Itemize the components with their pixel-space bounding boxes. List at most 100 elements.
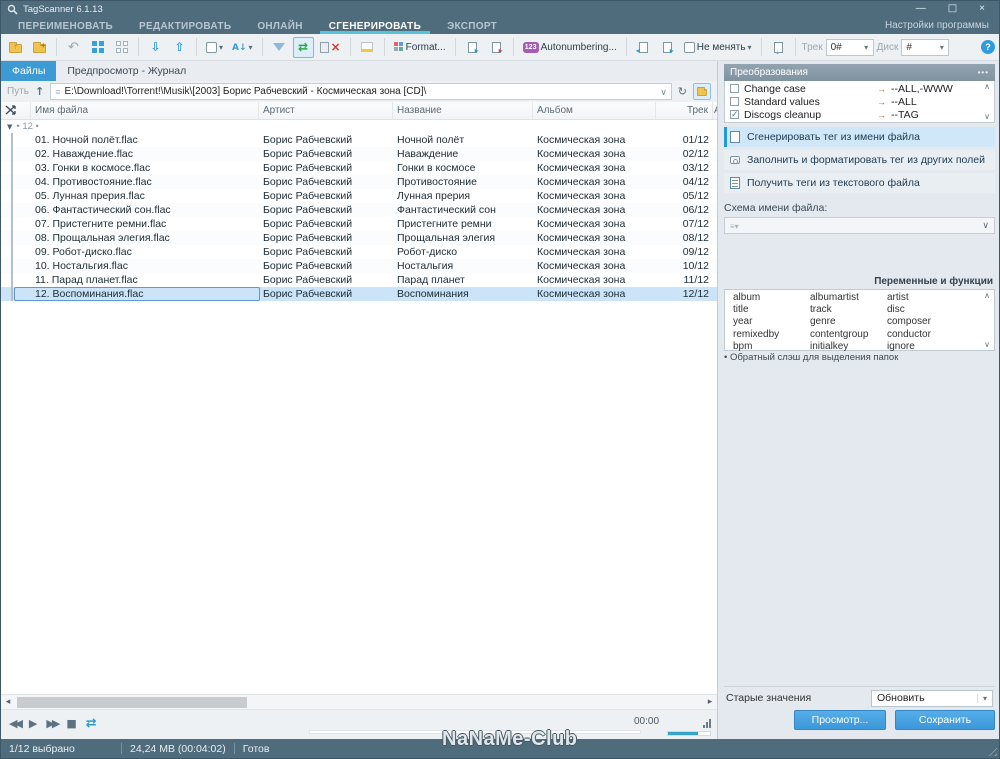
menu-rename[interactable]: ПЕРЕИМЕНОВАТЬ [5, 17, 126, 34]
variable-item[interactable]: remixedby [733, 329, 810, 341]
collapse-triangle-icon[interactable] [7, 121, 12, 132]
table-row-selected[interactable]: 12. Воспоминания.flacБорис РабчевскийВос… [1, 287, 717, 301]
table-row[interactable]: 07. Пристегните ремни.flacБорис Рабчевск… [1, 217, 717, 231]
scroll-up-icon[interactable]: ∧ [984, 291, 990, 300]
table-row[interactable]: 03. Гонки в космосе.flacБорис Рабчевский… [1, 161, 717, 175]
action-generate-from-filename[interactable]: Сгенерировать тег из имени файла [724, 127, 995, 147]
help-button[interactable]: ? [981, 40, 995, 54]
checkbox[interactable] [730, 97, 739, 106]
checkbox-checked[interactable] [730, 110, 739, 119]
preview-toggle-button[interactable] [293, 37, 314, 58]
row-checkbox[interactable] [11, 147, 13, 161]
table-row[interactable]: 06. Фантастический сон.flacБорис Рабчевс… [1, 203, 717, 217]
row-checkbox[interactable] [11, 175, 13, 189]
preview-button[interactable]: Просмотр... [794, 710, 886, 730]
transforms-scrollbar[interactable]: ∧∨ [980, 81, 994, 122]
highlight-button[interactable] [357, 37, 378, 58]
table-row[interactable]: 08. Прощальная элегия.flacБорис Рабчевск… [1, 231, 717, 245]
row-checkbox[interactable] [11, 287, 13, 301]
variable-item[interactable]: year [733, 316, 810, 328]
menu-generate[interactable]: СГЕНЕРИРОВАТЬ [316, 17, 434, 34]
sort-menu-button[interactable] [229, 37, 256, 58]
disc-combo[interactable]: #▾ [901, 39, 949, 56]
row-checkbox[interactable] [11, 133, 13, 147]
tab-preview-log[interactable]: Предпросмотр - Журнал [56, 61, 197, 81]
row-checkbox[interactable] [11, 259, 13, 273]
variable-item[interactable]: contentgroup [810, 329, 887, 341]
play-icon[interactable] [29, 717, 37, 730]
scroll-right-icon[interactable]: ▸ [703, 697, 717, 707]
minimize-icon[interactable]: — [916, 3, 926, 15]
group-row[interactable]: • 12 • [1, 120, 717, 133]
undo-button[interactable] [63, 37, 84, 58]
close-icon[interactable]: × [979, 3, 985, 15]
action-tags-from-textfile[interactable]: Получить теги из текстового файла [724, 173, 995, 193]
variable-item[interactable]: composer [887, 316, 980, 328]
variable-item[interactable]: albumartist [810, 292, 887, 304]
path-input[interactable]: E:\Download!\Torrent!\Musik\[2003] Борис… [50, 83, 672, 100]
action-fill-format-from-fields[interactable]: Заполнить и форматировать тег из других … [724, 150, 995, 170]
variable-item[interactable]: disc [887, 304, 980, 316]
variable-item[interactable]: conductor [887, 329, 980, 341]
table-row[interactable]: 05. Лунная прерия.flacБорис РабчевскийЛу… [1, 189, 717, 203]
old-values-combobox[interactable]: Обновить ▾ [871, 690, 993, 707]
path-dropdown-icon[interactable] [660, 86, 667, 98]
row-checkbox[interactable] [11, 245, 13, 259]
column-header-title[interactable]: Название [393, 102, 533, 119]
variables-scrollbar[interactable]: ∧∨ [980, 290, 994, 350]
scroll-up-icon[interactable]: ∧ [984, 82, 990, 91]
variable-item[interactable]: track [810, 304, 887, 316]
move-up-button[interactable] [169, 37, 190, 58]
column-header-artist[interactable]: Артист [259, 102, 393, 119]
paste-tag-button[interactable]: ▸ [657, 37, 678, 58]
select-all-button[interactable] [87, 37, 108, 58]
add-folder-button[interactable]: ↑ [5, 37, 26, 58]
insert-field-button[interactable]: ↓ [768, 37, 789, 58]
format-button[interactable]: Format... [391, 37, 449, 58]
previous-track-icon[interactable] [9, 717, 20, 730]
copy-tag-button[interactable]: ◂ [633, 37, 654, 58]
export-playlist-button[interactable]: ▸ [486, 37, 507, 58]
variable-item[interactable]: artist [887, 292, 980, 304]
volume-slider[interactable] [667, 731, 711, 736]
column-header-album[interactable]: Альбом [533, 102, 656, 119]
table-row[interactable]: 04. Противостояние.flacБорис РабчевскийП… [1, 175, 717, 189]
scroll-down-icon[interactable]: ∨ [984, 112, 990, 121]
menu-online[interactable]: ОНЛАЙН [244, 17, 315, 34]
table-row[interactable]: 11. Парад планет.flacБорис РабчевскийПар… [1, 273, 717, 287]
shuffle-column-icon[interactable] [1, 102, 31, 119]
path-menu-icon[interactable] [55, 86, 60, 98]
table-row[interactable]: 02. Наваждение.flacБорис РабчевскийНаваж… [1, 147, 717, 161]
row-checkbox[interactable] [11, 231, 13, 245]
track-combo[interactable]: 0#▾ [826, 39, 874, 56]
move-down-button[interactable] [145, 37, 166, 58]
case-menu-button[interactable]: Не менять [681, 37, 755, 58]
variable-item[interactable]: album [733, 292, 810, 304]
table-row[interactable]: 09. Робот-диско.flacБорис РабчевскийРобо… [1, 245, 717, 259]
row-checkbox[interactable] [11, 273, 13, 287]
save-button[interactable]: Сохранить [895, 710, 995, 730]
variable-item[interactable]: title [733, 304, 810, 316]
import-playlist-button[interactable]: ▸ [462, 37, 483, 58]
browse-folder-button[interactable] [693, 83, 711, 100]
maximize-icon[interactable]: □ [948, 3, 957, 15]
next-track-icon[interactable] [46, 717, 57, 730]
autonumbering-button[interactable]: 123Autonumbering... [520, 37, 620, 58]
add-files-button[interactable]: + [29, 37, 50, 58]
scheme-combobox[interactable] [724, 217, 995, 234]
program-settings-link[interactable]: Настройки программы [885, 17, 995, 34]
checkbox[interactable] [730, 84, 739, 93]
up-directory-icon[interactable] [35, 85, 44, 98]
panel-menu-icon[interactable]: ••• [978, 68, 989, 77]
transform-item[interactable]: Change case--ALL,-WWW [725, 82, 980, 95]
row-checkbox[interactable] [11, 189, 13, 203]
table-row[interactable]: 01. Ночной полёт.flacБорис РабчевскийНоч… [1, 133, 717, 147]
row-checkbox[interactable] [11, 217, 13, 231]
variable-item[interactable]: genre [810, 316, 887, 328]
tab-files[interactable]: Файлы [1, 61, 56, 81]
loop-icon[interactable] [86, 716, 97, 731]
filter-button[interactable] [269, 37, 290, 58]
column-header-filename[interactable]: Имя файла [31, 102, 259, 119]
row-checkbox[interactable] [11, 203, 13, 217]
transform-item[interactable]: Discogs cleanup--TAG [725, 108, 980, 121]
